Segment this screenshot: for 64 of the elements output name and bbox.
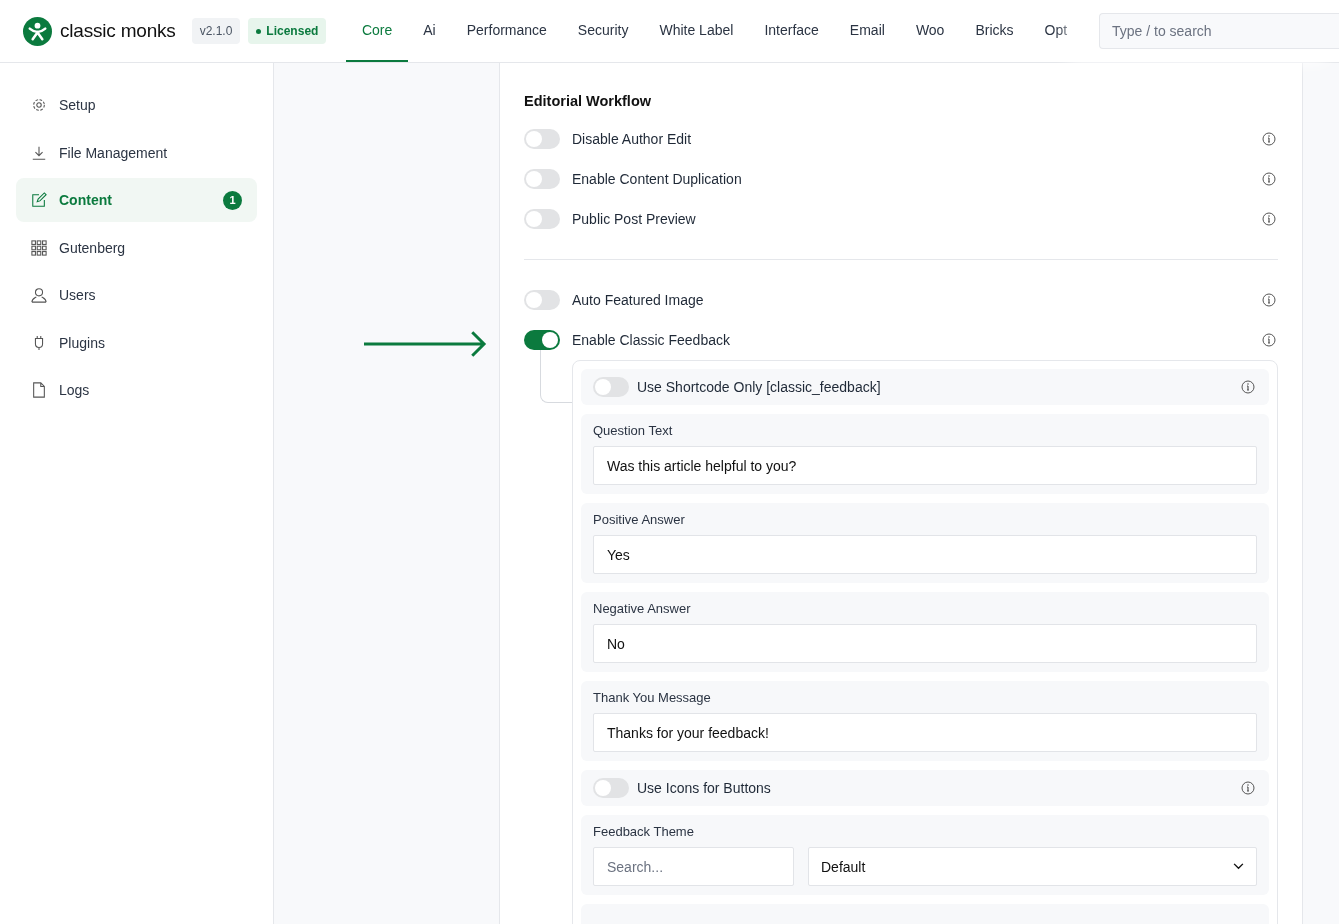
setting-label: Disable Author Edit xyxy=(572,131,693,147)
logo-text: classic monks xyxy=(60,20,176,42)
info-icon[interactable] xyxy=(1262,293,1276,307)
setting-label: Enable Content Duplication xyxy=(572,171,743,187)
setting-label: Use Icons for Buttons xyxy=(637,780,772,796)
info-icon[interactable] xyxy=(1241,380,1255,394)
search-field[interactable]: Search... xyxy=(593,847,794,886)
text-field[interactable]: Was this article helpful to you? xyxy=(593,446,1257,485)
nav-tab[interactable]: Bricks xyxy=(959,0,1030,62)
info-icon[interactable] xyxy=(1262,132,1276,146)
info-icon[interactable] xyxy=(1241,781,1255,795)
file-icon xyxy=(31,382,47,398)
grid-icon xyxy=(31,239,47,256)
toggle-switch[interactable] xyxy=(524,330,560,350)
user-icon xyxy=(31,287,47,303)
nav-tab[interactable]: Opt xyxy=(1029,0,1081,62)
toggle-switch[interactable] xyxy=(524,290,560,310)
count-badge: 1 xyxy=(223,190,242,210)
sidebar-item[interactable]: Content 1 xyxy=(16,178,257,222)
license-badge: Licensed xyxy=(248,18,327,44)
nav-tab[interactable]: Performance xyxy=(451,0,563,62)
setting-label: Public Post Preview xyxy=(572,211,697,227)
info-icon[interactable] xyxy=(1262,172,1276,186)
text-field[interactable]: Yes xyxy=(593,535,1257,574)
section-title: Editorial Workflow xyxy=(524,93,653,109)
sidebar-item[interactable]: Setup xyxy=(16,83,257,127)
nav-tab[interactable]: Woo xyxy=(900,0,960,62)
text-field[interactable]: Thanks for your feedback! xyxy=(593,713,1257,752)
gear-icon xyxy=(31,97,47,113)
toggle-switch[interactable] xyxy=(524,209,560,229)
toggle-switch[interactable] xyxy=(593,778,629,798)
sidebar-item[interactable]: Users xyxy=(16,273,257,317)
search-field[interactable]: Type / to search xyxy=(1099,13,1339,49)
download-icon xyxy=(31,144,47,161)
arrow-icon xyxy=(364,330,488,358)
version-badge: v2.1.0 xyxy=(191,18,241,44)
setting-label: Use Shortcode Only [classic_feedback] xyxy=(637,379,882,395)
logo-icon xyxy=(23,16,52,46)
field-label: Positive Answer xyxy=(593,512,686,527)
info-icon[interactable] xyxy=(1262,212,1276,226)
nav-tab[interactable]: Email xyxy=(834,0,901,62)
field-label: Thank You Message xyxy=(593,690,712,705)
text-field[interactable]: No xyxy=(593,624,1257,663)
nav-tab[interactable]: Ai xyxy=(407,0,452,62)
toggle-switch[interactable] xyxy=(524,169,560,189)
sidebar-item[interactable]: Gutenberg xyxy=(16,225,257,270)
field-label: Feedback Theme xyxy=(593,824,695,839)
field-label: Negative Answer xyxy=(593,601,692,616)
sidebar-item[interactable]: Logs xyxy=(16,368,257,412)
nav-tab[interactable]: Security xyxy=(562,0,644,62)
toggle-switch[interactable] xyxy=(593,377,629,397)
theme-dropdown[interactable]: Default xyxy=(808,847,1257,886)
nav-tab[interactable]: Interface xyxy=(748,0,835,62)
setting-label: Enable Classic Feedback xyxy=(572,332,731,348)
connector-line xyxy=(540,350,572,403)
setting-label: Auto Featured Image xyxy=(572,292,705,308)
chevron-icon xyxy=(1233,863,1244,870)
field-label: Question Text xyxy=(593,423,674,438)
edit-icon xyxy=(31,192,47,208)
info-icon[interactable] xyxy=(1262,333,1276,347)
sidebar-item[interactable]: File Management xyxy=(16,130,257,175)
sidebar-item[interactable]: Plugins xyxy=(16,320,257,365)
nav-tab[interactable]: White Label xyxy=(643,0,749,62)
toggle-switch[interactable] xyxy=(524,129,560,149)
